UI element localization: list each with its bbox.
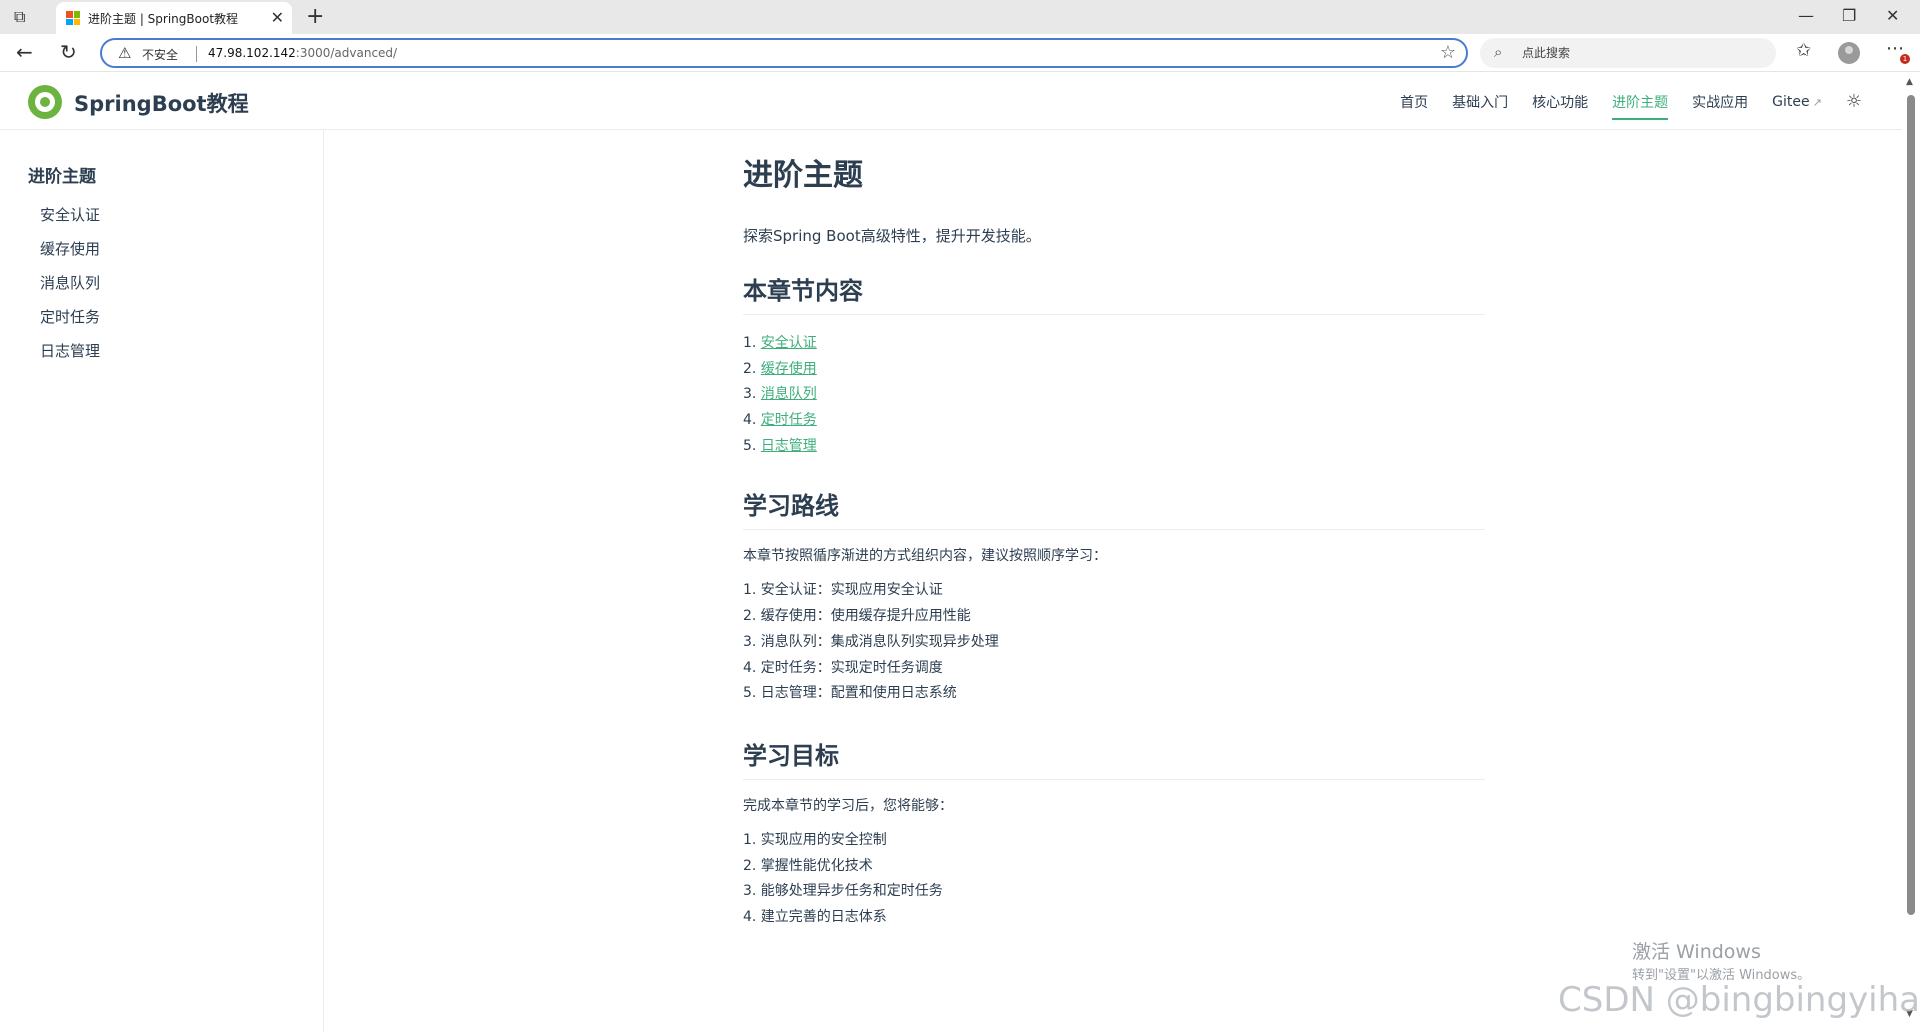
sidebar-item-scheduler[interactable]: 定时任务 — [40, 300, 100, 334]
list-item: 3. 消息队列：集成消息队列实现异步处理 — [743, 633, 999, 650]
list-item: 2. 缓存使用：使用缓存提升应用性能 — [743, 608, 971, 625]
toc-heading: 本章节内容 — [743, 274, 1485, 315]
refresh-icon[interactable]: ↻ — [60, 40, 77, 64]
close-window-icon[interactable]: ✕ — [1886, 6, 1899, 25]
browser-tab-active[interactable]: 进阶主题 | SpringBoot教程 ✕ — [56, 2, 292, 34]
new-tab-icon[interactable]: + — [306, 4, 324, 29]
restore-icon[interactable]: ❐ — [1842, 6, 1856, 25]
sidebar-item-mq[interactable]: 消息队列 — [40, 266, 100, 300]
search-input[interactable] — [1520, 42, 1760, 64]
warning-icon[interactable]: ⚠ — [118, 44, 131, 62]
list-item: 3. 消息队列 — [743, 382, 1485, 408]
address-separator — [196, 46, 197, 62]
list-item: 1. 实现应用的安全控制 — [743, 831, 887, 848]
url-text[interactable]: 47.98.102.142:3000/advanced/ — [208, 46, 397, 60]
goals-heading: 学习目标 — [743, 739, 1485, 780]
minimize-icon[interactable]: — — [1798, 6, 1814, 25]
nav-links: 首页 基础入门 核心功能 进阶主题 实战应用 Gitee ↗ ☼ — [1400, 73, 1862, 130]
list-item: 4. 定时任务：实现定时任务调度 — [743, 659, 943, 676]
list-number: 5. — [743, 437, 757, 454]
toc-link-security[interactable]: 安全认证 — [761, 335, 817, 351]
address-bar[interactable]: ⚠ 不安全 47.98.102.142:3000/advanced/ ☆ — [100, 38, 1468, 68]
nav-link-practice[interactable]: 实战应用 — [1692, 88, 1748, 116]
list-number: 4. — [743, 412, 757, 429]
sidebar: 进阶主题 安全认证 缓存使用 消息队列 定时任务 日志管理 — [0, 130, 324, 1032]
browser-toolbar: ← ↻ ⚠ 不安全 47.98.102.142:3000/advanced/ ☆… — [0, 34, 1920, 72]
site-title[interactable]: SpringBoot教程 — [74, 88, 249, 118]
gitee-label: Gitee — [1772, 93, 1810, 110]
toc-link-scheduler[interactable]: 定时任务 — [761, 412, 817, 428]
nav-link-advanced[interactable]: 进阶主题 — [1612, 88, 1669, 120]
logo-center — [40, 97, 50, 107]
list-item: 2. 掌握性能优化技术 — [743, 857, 873, 874]
profile-avatar[interactable] — [1838, 42, 1860, 64]
springboot-logo-icon[interactable] — [28, 85, 62, 119]
list-item: 1. 安全认证：实现应用安全认证 — [743, 582, 943, 599]
sidebar-heading[interactable]: 进阶主题 — [28, 162, 96, 187]
list-item: 4. 建立完善的日志体系 — [743, 908, 887, 925]
list-item: 1. 安全认证 — [743, 331, 1485, 357]
tab-close-icon[interactable]: ✕ — [271, 8, 284, 27]
tab-title: 进阶主题 | SpringBoot教程 — [88, 12, 239, 26]
goals-intro: 完成本章节的学习后，您将能够： — [743, 797, 953, 814]
list-item: 5. 日志管理 — [743, 434, 1485, 460]
toc-link-mq[interactable]: 消息队列 — [761, 386, 817, 402]
toc-list: 1. 安全认证 2. 缓存使用 3. 消息队列 4. 定时任务 5. 日志管理 — [743, 331, 1485, 459]
security-label[interactable]: 不安全 — [142, 46, 178, 63]
favorite-star-icon[interactable]: ☆ — [1440, 42, 1456, 63]
sidebar-item-logging[interactable]: 日志管理 — [40, 334, 100, 368]
site-navbar: SpringBoot教程 首页 基础入门 核心功能 进阶主题 实战应用 Gite… — [0, 73, 1902, 130]
list-item: 4. 定时任务 — [743, 408, 1485, 434]
main-content: 进阶主题 探索Spring Boot高级特性，提升开发技能。 本章节内容 1. … — [743, 130, 1485, 931]
list-item: 3. 能够处理异步任务和定时任务 — [743, 883, 943, 900]
sidebar-item-cache[interactable]: 缓存使用 — [40, 232, 100, 266]
sidebar-item-security[interactable]: 安全认证 — [40, 198, 100, 232]
list-number: 3. — [743, 386, 757, 403]
page-title: 进阶主题 — [743, 158, 863, 193]
list-item: 2. 缓存使用 — [743, 357, 1485, 383]
windows-activation-title: 激活 Windows — [1632, 941, 1761, 963]
page-scrollbar[interactable]: ▲ ▼ — [1902, 73, 1920, 1032]
url-path: :3000/advanced/ — [295, 46, 398, 60]
nav-link-home[interactable]: 首页 — [1400, 88, 1428, 116]
external-link-icon: ↗ — [1812, 95, 1822, 109]
nav-link-core[interactable]: 核心功能 — [1532, 88, 1588, 116]
nav-link-basics[interactable]: 基础入门 — [1452, 88, 1508, 116]
tab-actions-icon[interactable]: ⧉ — [14, 8, 36, 26]
scroll-thumb[interactable] — [1907, 95, 1915, 915]
browser-search-box[interactable]: ⌕ — [1480, 38, 1776, 68]
list-number: 2. — [743, 360, 757, 377]
toc-link-cache[interactable]: 缓存使用 — [761, 361, 817, 377]
scroll-up-icon[interactable]: ▲ — [1906, 77, 1913, 87]
toc-link-logging[interactable]: 日志管理 — [761, 438, 817, 454]
page-intro: 探索Spring Boot高级特性，提升开发技能。 — [743, 227, 1041, 245]
url-host: 47.98.102.142 — [208, 46, 296, 60]
theme-toggle-sun-icon[interactable]: ☼ — [1846, 91, 1862, 112]
notification-badge: 1 — [1900, 54, 1910, 64]
browser-tabstrip: ⧉ 进阶主题 | SpringBoot教程 ✕ + — ❐ ✕ — [0, 0, 1920, 34]
path-list: 1. 安全认证：实现应用安全认证 2. 缓存使用：使用缓存提升应用性能 3. 消… — [743, 578, 1485, 706]
list-number: 1. — [743, 335, 757, 351]
path-heading: 学习路线 — [743, 489, 1485, 531]
windows-favicon-icon — [66, 11, 80, 25]
csdn-watermark: CSDN @bingbingyihao — [1558, 980, 1920, 1020]
path-intro: 本章节按照循序渐进的方式组织内容，建议按照顺序学习： — [743, 548, 1107, 565]
list-item: 5. 日志管理：配置和使用日志系统 — [743, 685, 957, 702]
nav-link-gitee[interactable]: Gitee ↗ — [1772, 90, 1822, 114]
back-icon[interactable]: ← — [16, 40, 33, 64]
goals-list: 1. 实现应用的安全控制 2. 掌握性能优化技术 3. 能够处理异步任务和定时任… — [743, 828, 1485, 931]
favorites-icon[interactable]: ✩ — [1796, 40, 1811, 61]
search-icon: ⌕ — [1494, 43, 1503, 61]
sidebar-list: 安全认证 缓存使用 消息队列 定时任务 日志管理 — [40, 198, 100, 368]
